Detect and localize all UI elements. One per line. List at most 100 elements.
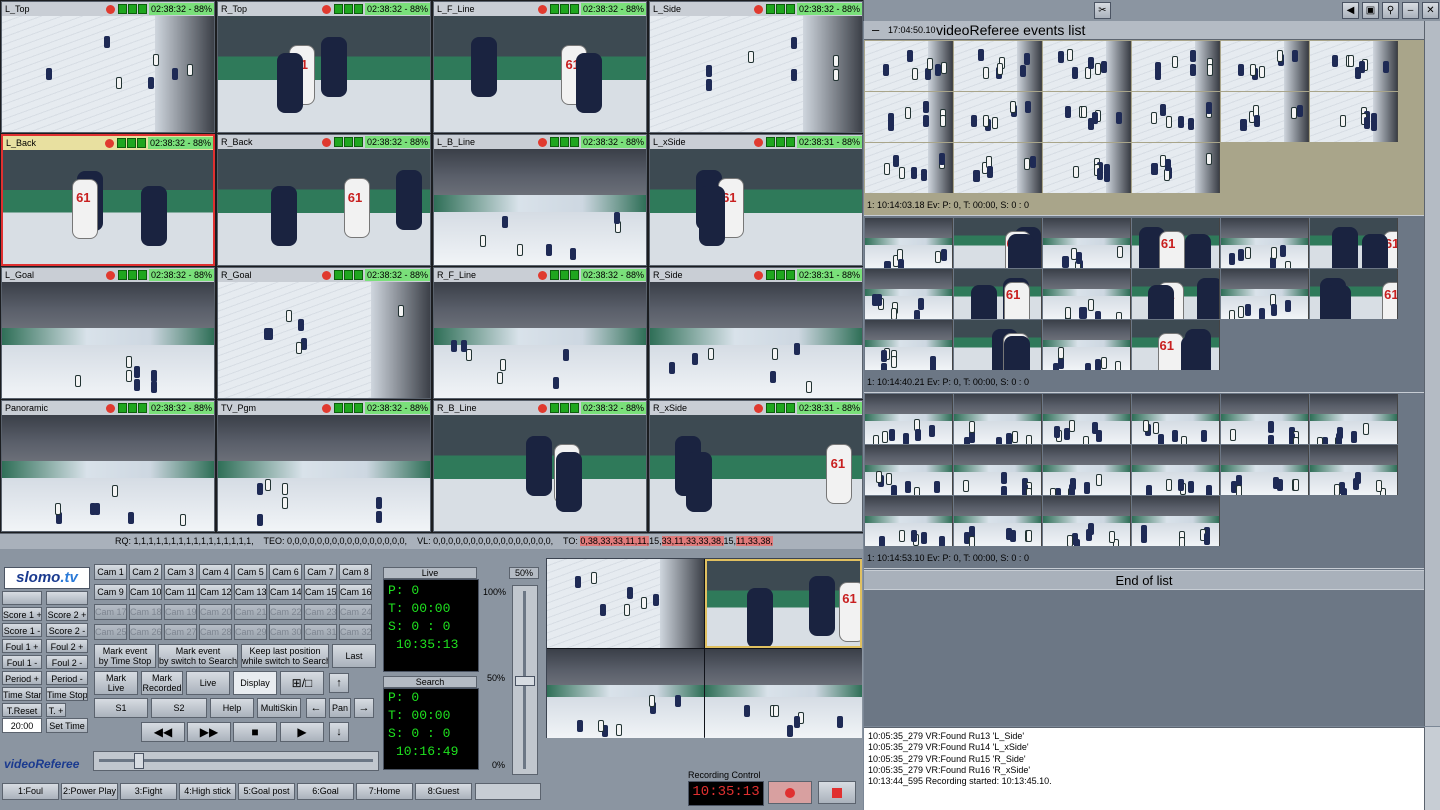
hotkey-button[interactable]: 4:High stick: [179, 783, 236, 800]
live-button[interactable]: Live: [186, 671, 230, 695]
camera-tile[interactable]: L_Goal 02:38:32 - 88%: [1, 267, 215, 399]
cam-select-button[interactable]: Cam 10: [129, 584, 162, 600]
score-control-button[interactable]: T. +: [46, 703, 66, 717]
event-thumbnail[interactable]: [954, 143, 1042, 193]
event-thumbnail[interactable]: [954, 41, 1042, 91]
event-thumbnail[interactable]: [1310, 41, 1398, 91]
event-thumbnail[interactable]: [1132, 143, 1220, 193]
layout-icon[interactable]: ▣: [1362, 2, 1379, 19]
camera-tile[interactable]: R_F_Line 02:38:32 - 88%: [433, 267, 647, 399]
score-control-button[interactable]: Foul 2 -: [46, 655, 88, 669]
speed-slider-thumb[interactable]: [515, 676, 535, 686]
event-item[interactable]: 1: 10:14:03.18 Ev: P: 0, T: 00:00, S: 0 …: [864, 40, 1424, 216]
tools-icon[interactable]: ✂: [1094, 2, 1111, 19]
play-icon[interactable]: ▶: [280, 722, 324, 742]
close-icon[interactable]: ✕: [1422, 2, 1439, 19]
event-thumbnail[interactable]: [1043, 269, 1131, 319]
camera-tile[interactable]: R_Top 02:38:32 - 88%61: [217, 1, 431, 133]
pin-icon[interactable]: ⚲: [1382, 2, 1399, 19]
event-thumbnail[interactable]: [954, 445, 1042, 495]
cam-select-button[interactable]: Cam 4: [199, 564, 232, 580]
s1-button[interactable]: S1: [94, 698, 148, 718]
camera-tile[interactable]: R_Side 02:38:31 - 88%: [649, 267, 863, 399]
event-thumbnail[interactable]: [1043, 41, 1131, 91]
score-control-button[interactable]: Foul 1 -: [2, 655, 42, 669]
event-thumbnail[interactable]: [1221, 218, 1309, 268]
cam-select-button[interactable]: Cam 5: [234, 564, 267, 580]
cam-select-button[interactable]: Cam 11: [164, 584, 197, 600]
camera-tile[interactable]: L_Top 02:38:32 - 88%: [1, 1, 215, 133]
events-scrollbar[interactable]: [1424, 21, 1440, 726]
keep-last-position-button[interactable]: Keep last position while switch to Search: [241, 644, 329, 668]
timeline-slider[interactable]: [93, 751, 379, 771]
camera-tile[interactable]: L_Side 02:38:32 - 88%: [649, 1, 863, 133]
score-control-button[interactable]: Score 2 +: [46, 607, 88, 621]
event-thumbnail[interactable]: [1310, 445, 1398, 495]
cam-select-button[interactable]: Cam 14: [269, 584, 302, 600]
cam-select-button[interactable]: Cam 12: [199, 584, 232, 600]
record-button[interactable]: [768, 781, 812, 804]
preview-tile[interactable]: [547, 649, 704, 738]
score-control-button[interactable]: Score 1 -: [2, 623, 42, 637]
event-thumbnail[interactable]: [1221, 394, 1309, 444]
event-thumbnail[interactable]: [1043, 218, 1131, 268]
event-thumbnail[interactable]: [1221, 92, 1309, 142]
score-control-button[interactable]: Period +: [2, 671, 42, 685]
cam-select-button[interactable]: Cam 2: [129, 564, 162, 580]
speaker-icon[interactable]: ◀: [1342, 2, 1359, 19]
event-thumbnail[interactable]: [865, 269, 953, 319]
event-thumbnail[interactable]: [1132, 445, 1220, 495]
log-scrollbar[interactable]: [1424, 727, 1440, 810]
score-control-button[interactable]: T.Reset: [2, 703, 42, 717]
hotkey-button[interactable]: 8:Guest: [415, 783, 472, 800]
score-control-button[interactable]: Score 1 +: [2, 607, 42, 621]
score-control-button[interactable]: Time Start: [2, 687, 42, 701]
cam-select-button[interactable]: Cam 6: [269, 564, 302, 580]
hotkey-button[interactable]: 3:Fight: [120, 783, 177, 800]
preview-tile[interactable]: 61: [705, 559, 862, 648]
collapse-icon[interactable]: –: [872, 22, 879, 37]
hotkey-button[interactable]: 5:Goal post: [238, 783, 295, 800]
stop-icon[interactable]: ■: [233, 722, 277, 742]
arrow-left-icon[interactable]: ←: [306, 698, 326, 718]
rewind-icon[interactable]: ◀◀: [141, 722, 185, 742]
multiskin-button[interactable]: MultiSkin: [257, 698, 301, 718]
camera-tile[interactable]: R_Goal 02:38:32 - 88%: [217, 267, 431, 399]
arrow-up-icon[interactable]: ↑: [329, 673, 349, 693]
score-control-button[interactable]: Foul 1 +: [2, 639, 42, 653]
mark-recorded-button[interactable]: Mark Recorded: [141, 671, 183, 695]
event-thumbnail[interactable]: [865, 445, 953, 495]
preview-tile[interactable]: [705, 649, 862, 738]
event-thumbnail[interactable]: [1221, 269, 1309, 319]
preview-multiview[interactable]: 61: [546, 558, 862, 738]
hotkey-button[interactable]: 6:Goal: [297, 783, 354, 800]
camera-tile[interactable]: L_F_Line 02:38:32 - 88% 61: [433, 1, 647, 133]
event-thumbnail[interactable]: [1043, 92, 1131, 142]
timeline-thumb[interactable]: [134, 753, 144, 769]
event-thumbnail[interactable]: 61: [1310, 269, 1398, 319]
event-thumbnail[interactable]: 61: [954, 320, 1042, 370]
cam-select-button[interactable]: Cam 1: [94, 564, 127, 580]
event-thumbnail[interactable]: [1132, 496, 1220, 546]
cam-select-button[interactable]: Cam 3: [164, 564, 197, 580]
set-time-button[interactable]: Set Time: [46, 718, 88, 733]
event-thumbnail[interactable]: 61: [954, 218, 1042, 268]
cam-select-button[interactable]: Cam 9: [94, 584, 127, 600]
event-thumbnail[interactable]: [1043, 143, 1131, 193]
mark-live-button[interactable]: Mark Live: [94, 671, 138, 695]
cam-select-button[interactable]: Cam 15: [304, 584, 337, 600]
camera-tile[interactable]: TV_Pgm 02:38:32 - 88%: [217, 400, 431, 532]
event-thumbnail[interactable]: 61: [1310, 218, 1398, 268]
camera-tile[interactable]: R_B_Line 02:38:32 - 88%61: [433, 400, 647, 532]
event-thumbnail[interactable]: [954, 92, 1042, 142]
cam-select-button[interactable]: Cam 13: [234, 584, 267, 600]
event-thumbnail[interactable]: [865, 92, 953, 142]
event-item[interactable]: 61616161616161611: 10:14:40.21 Ev: P: 0,…: [864, 217, 1424, 393]
score-control-button[interactable]: Period -: [46, 671, 88, 685]
stop-record-button[interactable]: [818, 781, 856, 804]
score-control-button[interactable]: Time Stop: [46, 687, 88, 701]
fast-forward-icon[interactable]: ▶▶: [187, 722, 231, 742]
layout-toggle-button[interactable]: ⊞/□: [280, 671, 324, 695]
event-thumbnail[interactable]: [1221, 41, 1309, 91]
mark-switch-search-button[interactable]: Mark event by switch to Search: [158, 644, 238, 668]
